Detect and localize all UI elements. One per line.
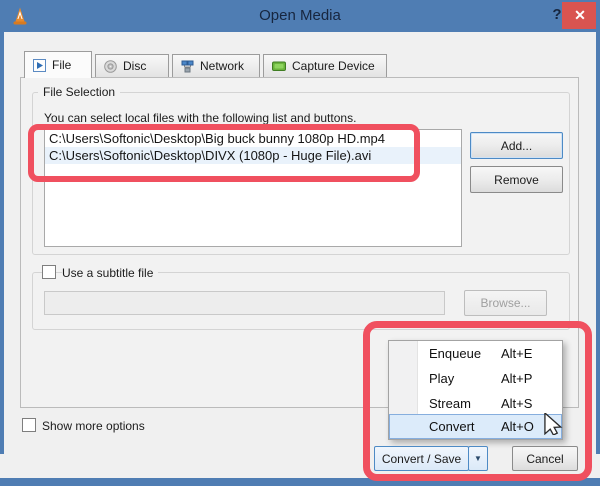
tab-capture-device-label: Capture Device <box>292 59 375 73</box>
show-more-options-checkbox[interactable] <box>22 418 36 432</box>
file-play-icon <box>33 58 46 72</box>
file-selection-description: You can select local files with the foll… <box>44 111 357 125</box>
subtitle-checkbox[interactable] <box>42 265 56 279</box>
tab-file[interactable]: File <box>24 51 92 78</box>
window-border <box>0 0 4 454</box>
subtitle-checkbox-label: Use a subtitle file <box>62 266 159 280</box>
window-border <box>596 0 600 454</box>
menu-item-shortcut: Alt+O <box>501 419 534 434</box>
cancel-button[interactable]: Cancel <box>512 446 578 471</box>
tab-network[interactable]: Network <box>172 54 260 78</box>
menu-item-shortcut: Alt+E <box>501 346 533 361</box>
network-icon <box>181 60 194 72</box>
tab-network-label: Network <box>200 59 245 73</box>
browse-button: Browse... <box>464 290 547 316</box>
capture-device-icon <box>272 61 286 71</box>
menu-item-label: Stream <box>429 396 471 411</box>
menu-item-play[interactable]: Play Alt+P <box>389 366 562 391</box>
menu-item-label: Convert <box>429 419 475 434</box>
menu-item-convert[interactable]: Convert Alt+O <box>389 414 562 439</box>
add-button[interactable]: Add... <box>470 132 563 159</box>
convert-save-dropdown-menu: Enqueue Alt+E Play Alt+P Stream Alt+S Co… <box>388 340 563 440</box>
show-more-options-label: Show more options <box>42 419 145 433</box>
menu-item-label: Play <box>429 371 455 386</box>
open-media-dialog: Open Media ? ✕ File Disc Network Capture… <box>0 0 600 486</box>
window-title: Open Media <box>259 7 341 24</box>
red-highlight-box-files <box>28 124 420 182</box>
subtitle-path-input <box>44 291 445 315</box>
tab-disc-label: Disc <box>123 59 147 73</box>
convert-save-dropdown-arrow-icon[interactable]: ▼ <box>468 446 488 471</box>
close-button[interactable]: ✕ <box>562 2 598 29</box>
disc-icon <box>104 59 117 73</box>
file-selection-legend: File Selection <box>38 85 121 99</box>
convert-save-button[interactable]: Convert / Save <box>374 446 469 471</box>
menu-item-label: Enqueue <box>429 346 482 361</box>
mouse-cursor-icon <box>544 413 563 435</box>
menu-item-shortcut: Alt+P <box>501 371 533 386</box>
remove-button[interactable]: Remove <box>470 166 563 193</box>
tab-disc[interactable]: Disc <box>95 54 169 78</box>
menu-item-stream[interactable]: Stream Alt+S <box>389 391 562 416</box>
menu-item-enqueue[interactable]: Enqueue Alt+E <box>389 341 562 366</box>
tab-file-label: File <box>52 58 72 72</box>
titlebar: Open Media ? ✕ <box>0 0 600 32</box>
tab-capture-device[interactable]: Capture Device <box>263 54 387 78</box>
menu-item-shortcut: Alt+S <box>501 396 533 411</box>
